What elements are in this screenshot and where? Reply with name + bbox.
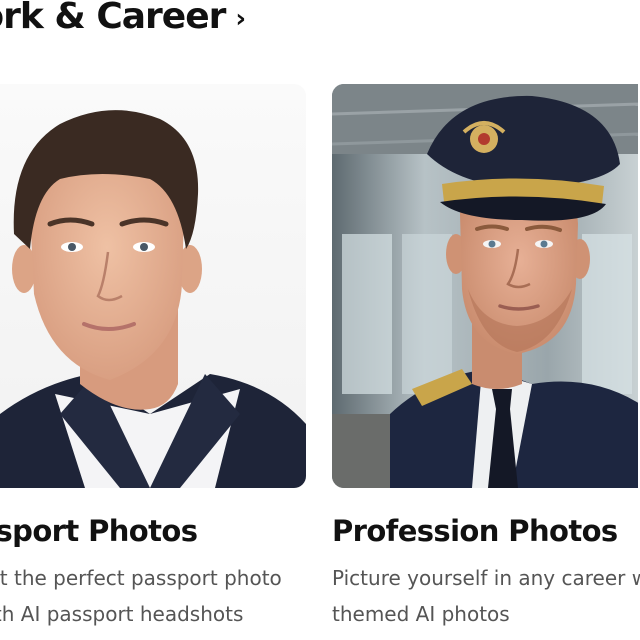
portrait-profession-image [332, 84, 638, 488]
card-profession-photos[interactable]: Profession Photos Picture yourself in an… [332, 84, 640, 632]
card-description-line: with AI passport headshots [0, 602, 244, 626]
card-description-line: themed AI photos [332, 602, 510, 626]
card-description: Get the perfect passport photo with AI p… [0, 560, 306, 632]
section-title: Work & Career [0, 0, 226, 37]
card-description-line: Get the perfect passport photo [0, 566, 282, 590]
card-description-line: Picture yourself in any career with [332, 566, 640, 590]
card-image-passport[interactable] [0, 84, 306, 488]
page: Work & Career › [0, 0, 640, 640]
card-title[interactable]: Profession Photos [332, 514, 638, 548]
section-heading-link[interactable]: Work & Career › [0, 0, 246, 37]
card-title[interactable]: Passport Photos [0, 514, 306, 548]
portrait-passport-image [0, 84, 306, 488]
chevron-right-icon: › [235, 3, 247, 34]
card-passport-photos[interactable]: Passport Photos Get the perfect passport… [0, 84, 306, 632]
card-description: Picture yourself in any career with them… [332, 560, 640, 632]
card-image-profession[interactable] [332, 84, 638, 488]
